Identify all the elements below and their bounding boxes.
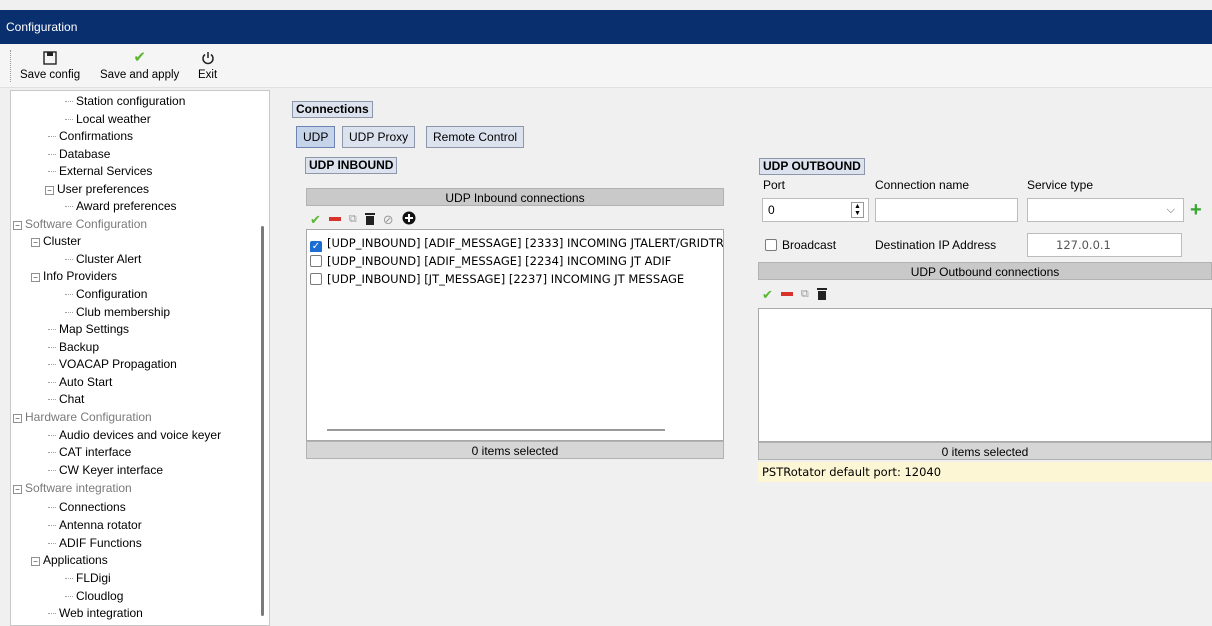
disable-icon[interactable] bbox=[780, 292, 793, 296]
tab-udp[interactable]: UDP bbox=[296, 126, 336, 148]
udp-outbound-title: UDP OUTBOUND bbox=[759, 158, 865, 175]
config-tree[interactable]: Station configuration Local weather Conf… bbox=[10, 90, 270, 626]
chevron-down-icon: ⌵ bbox=[1166, 204, 1175, 216]
tree-item-adif-functions[interactable]: ADIF Functions bbox=[48, 535, 142, 552]
tree-item-software-configuration[interactable]: − Software Configuration bbox=[13, 216, 147, 233]
tree-item-audio-devices[interactable]: Audio devices and voice keyer bbox=[48, 427, 221, 444]
tree-item-external-services[interactable]: External Services bbox=[48, 163, 152, 180]
save-config-button[interactable]: Save config bbox=[20, 48, 80, 82]
checkbox[interactable] bbox=[310, 255, 322, 267]
tree-item-hardware-configuration[interactable]: − Hardware Configuration bbox=[13, 409, 152, 426]
copy-icon[interactable]: ⧉ bbox=[801, 288, 809, 301]
trash-icon[interactable] bbox=[364, 212, 375, 227]
collapse-icon[interactable]: − bbox=[31, 557, 40, 566]
save-config-label: Save config bbox=[20, 69, 81, 81]
window-title: Configuration bbox=[6, 20, 78, 34]
tree-item-user-preferences[interactable]: − User preferences bbox=[45, 181, 149, 198]
udp-inbound-title: UDP INBOUND bbox=[305, 157, 398, 174]
tree-item-connections[interactable]: Connections bbox=[48, 499, 126, 516]
tree-item-applications[interactable]: − Applications bbox=[31, 552, 108, 569]
outbound-list[interactable] bbox=[758, 308, 1212, 442]
inbound-actions: ✔ ⧉ ⊘ bbox=[310, 210, 416, 228]
list-item[interactable]: [UDP_INBOUND] [ADIF_MESSAGE] [2234] INCO… bbox=[310, 252, 723, 270]
list-item[interactable]: ✓ [UDP_INBOUND] [ADIF_MESSAGE] [2333] INC… bbox=[310, 234, 723, 252]
outbound-header: UDP Outbound connections bbox=[758, 262, 1212, 280]
list-item[interactable]: [UDP_INBOUND] [JT_MESSAGE] [2237] INCOMI… bbox=[310, 270, 723, 288]
window-title-bar: Configuration bbox=[0, 10, 1212, 44]
toolbar: Save config ✔ Save and apply Exit bbox=[0, 44, 1212, 88]
destination-ip-label: Destination IP Address bbox=[875, 238, 997, 252]
toolbar-grip bbox=[10, 50, 11, 82]
section-title: Connections bbox=[292, 101, 373, 118]
disable-icon[interactable] bbox=[328, 217, 341, 221]
outbound-actions: ✔ ⧉ bbox=[762, 285, 827, 303]
floppy-disk-icon bbox=[20, 48, 80, 68]
enable-icon[interactable]: ✔ bbox=[762, 288, 773, 301]
horizontal-scrollbar[interactable] bbox=[327, 429, 665, 431]
tree-item-cat-interface[interactable]: CAT interface bbox=[48, 444, 131, 461]
power-icon bbox=[198, 48, 217, 68]
checkbox[interactable] bbox=[310, 273, 322, 285]
tree-item-cluster[interactable]: − Cluster bbox=[31, 233, 81, 250]
enable-icon[interactable]: ✔ bbox=[310, 213, 321, 226]
tree-item-antenna-rotator[interactable]: Antenna rotator bbox=[48, 517, 142, 534]
collapse-icon[interactable]: − bbox=[13, 221, 22, 230]
checkbox[interactable] bbox=[765, 239, 777, 251]
tree-item-info-configuration[interactable]: Configuration bbox=[65, 286, 147, 303]
green-check-icon: ✔ bbox=[133, 49, 146, 66]
tree-scrollbar[interactable] bbox=[261, 226, 264, 616]
tree-item-database[interactable]: Database bbox=[48, 146, 110, 163]
checkbox[interactable]: ✓ bbox=[310, 241, 322, 252]
tree-item-info-providers[interactable]: − Info Providers bbox=[31, 268, 117, 285]
connection-name-input[interactable] bbox=[875, 198, 1018, 222]
tree-item-backup[interactable]: Backup bbox=[48, 339, 99, 356]
service-type-label: Service type bbox=[1027, 178, 1094, 192]
spinner-arrows-icon[interactable]: ▲ ▼ bbox=[851, 202, 864, 218]
trash-icon[interactable] bbox=[816, 287, 827, 302]
tree-item-software-integration[interactable]: − Software integration bbox=[13, 480, 132, 497]
tree-item-local-weather[interactable]: Local weather bbox=[65, 111, 151, 128]
tab-udp-proxy[interactable]: UDP Proxy bbox=[342, 126, 416, 148]
collapse-icon[interactable]: − bbox=[31, 238, 40, 247]
service-type-select[interactable]: ⌵ bbox=[1027, 198, 1184, 222]
tree-item-award-preferences[interactable]: Award preferences bbox=[65, 198, 177, 215]
no-entry-icon[interactable]: ⊘ bbox=[383, 213, 394, 226]
tree-item-club-membership[interactable]: Club membership bbox=[65, 304, 170, 321]
broadcast-checkbox[interactable]: Broadcast bbox=[765, 238, 836, 252]
add-icon[interactable]: + bbox=[1190, 200, 1202, 220]
tree-item-confirmations[interactable]: Confirmations bbox=[48, 128, 133, 145]
port-value: 0 bbox=[768, 203, 775, 217]
tree-item-auto-start[interactable]: Auto Start bbox=[48, 374, 112, 391]
exit-button[interactable]: Exit bbox=[198, 48, 217, 82]
collapse-icon[interactable]: − bbox=[13, 414, 22, 423]
collapse-icon[interactable]: − bbox=[13, 485, 22, 494]
tree-item-station-configuration[interactable]: Station configuration bbox=[65, 93, 185, 110]
inbound-header: UDP Inbound connections bbox=[306, 188, 724, 206]
tree-item-map-settings[interactable]: Map Settings bbox=[48, 321, 129, 338]
destination-ip-input[interactable]: 127.0.0.1 bbox=[1027, 233, 1182, 257]
inbound-list[interactable]: ✓ [UDP_INBOUND] [ADIF_MESSAGE] [2333] INC… bbox=[306, 229, 724, 441]
outbound-status: 0 items selected bbox=[758, 442, 1212, 460]
copy-icon[interactable]: ⧉ bbox=[349, 213, 357, 226]
tree-item-web-integration[interactable]: Web integration bbox=[48, 605, 143, 622]
tree-item-chat[interactable]: Chat bbox=[48, 391, 84, 408]
tree-item-fldigi[interactable]: FLDigi bbox=[65, 570, 111, 587]
port-spinner[interactable]: 0 ▲ ▼ bbox=[762, 198, 869, 222]
save-and-apply-button[interactable]: ✔ Save and apply bbox=[100, 48, 179, 82]
tree-item-cluster-alert[interactable]: Cluster Alert bbox=[65, 251, 141, 268]
save-and-apply-label: Save and apply bbox=[100, 69, 180, 81]
tree-item-voacap-propagation[interactable]: VOACAP Propagation bbox=[48, 356, 177, 373]
exit-label: Exit bbox=[198, 69, 218, 81]
connection-name-label: Connection name bbox=[875, 178, 970, 192]
tree-item-cloudlog[interactable]: Cloudlog bbox=[65, 588, 123, 605]
tree-item-cw-keyer-interface[interactable]: CW Keyer interface bbox=[48, 462, 163, 479]
collapse-icon[interactable]: − bbox=[31, 273, 40, 282]
port-label: Port bbox=[763, 178, 786, 192]
inbound-status: 0 items selected bbox=[306, 441, 724, 459]
add-circle-icon[interactable] bbox=[402, 211, 416, 227]
rotator-port-hint: PSTRotator default port: 12040 bbox=[758, 462, 1212, 482]
tab-remote-control[interactable]: Remote Control bbox=[426, 126, 525, 148]
collapse-icon[interactable]: − bbox=[45, 186, 54, 195]
